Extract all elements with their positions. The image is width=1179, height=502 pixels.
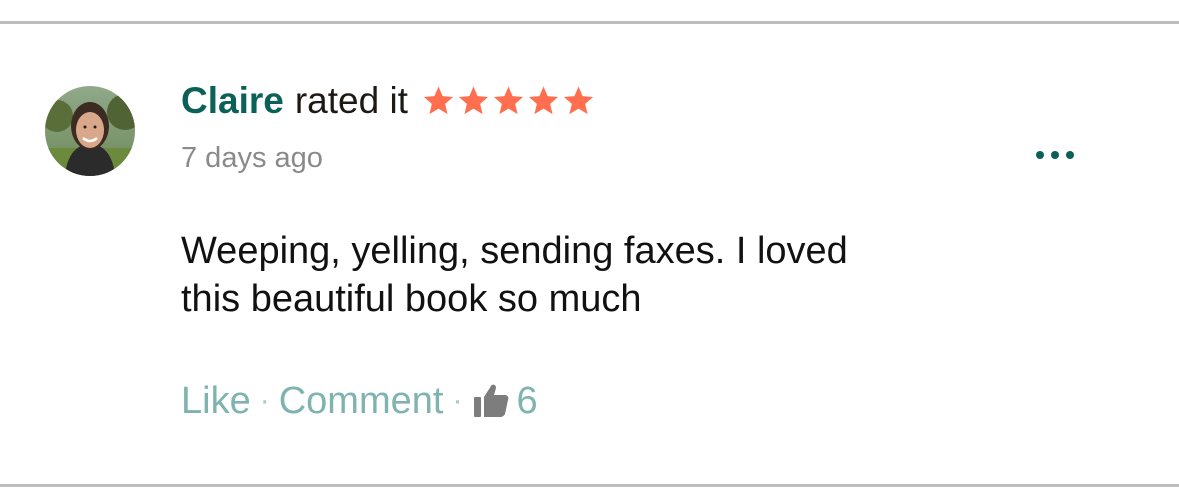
user-name-link[interactable]: Claire [181,80,284,122]
star-icon [423,86,454,115]
separator: · [259,384,270,417]
star-icon [458,86,489,115]
comment-button[interactable]: Comment [279,380,444,423]
like-button[interactable]: Like [181,380,251,423]
bottom-divider [0,484,1179,487]
like-count: 6 [516,379,538,422]
like-count-button[interactable]: 6 [471,379,538,423]
review-text: Weeping, yelling, sending faxes. I loved… [181,230,848,320]
avatar-photo [45,86,135,176]
review-actions: Like · Comment · 6 [181,376,538,426]
review-timestamp[interactable]: 7 days ago [181,142,323,175]
star-icon [563,86,594,115]
more-options-button[interactable] [1024,140,1086,170]
review-header: Claire rated it [181,78,596,124]
star-icon [493,86,524,115]
star-icon [528,86,559,115]
review-card: Claire rated it 7 days ago Weeping, yell… [0,24,1179,484]
star-rating [421,84,596,118]
rated-it-text: rated it [294,80,408,121]
user-avatar[interactable] [45,86,135,176]
separator: · [452,384,463,417]
more-horizontal-icon [1036,151,1074,159]
thumbs-up-icon [474,384,509,417]
